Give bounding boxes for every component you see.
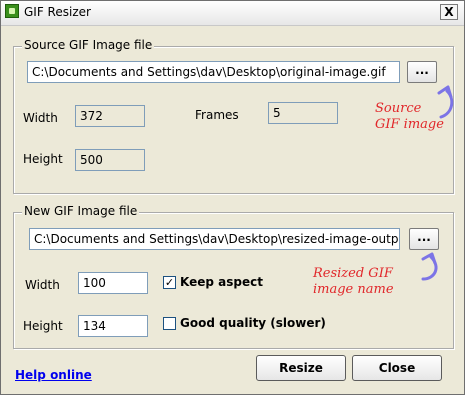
source-legend: Source GIF Image file	[22, 38, 155, 52]
source-path-input[interactable]: C:\Documents and Settings\dav\Desktop\or…	[27, 61, 400, 83]
source-browse-button[interactable]: ...	[407, 61, 437, 83]
frames-field: 5	[268, 102, 338, 124]
title-bar[interactable]: GIF Resizer X	[1, 1, 464, 26]
output-width-input[interactable]: 100	[78, 272, 148, 294]
app-icon	[5, 4, 19, 18]
output-arrow-icon	[421, 252, 438, 281]
output-path-input[interactable]: C:\Documents and Settings\dav\Desktop\re…	[29, 228, 400, 250]
output-width-label: Width	[25, 278, 60, 292]
source-width-field: 372	[75, 105, 145, 127]
app-window: GIF Resizer X Source GIF Image file C:\D…	[0, 0, 465, 395]
keep-aspect-checkbox[interactable]: ✓	[163, 276, 176, 289]
window-title: GIF Resizer	[24, 5, 91, 19]
resize-button[interactable]: Resize	[256, 355, 346, 381]
source-width-label: Width	[23, 111, 58, 125]
source-height-label: Height	[23, 152, 63, 166]
close-icon[interactable]: X	[440, 4, 458, 20]
good-quality-checkbox[interactable]	[163, 317, 176, 330]
keep-aspect-label[interactable]: Keep aspect	[180, 275, 263, 289]
source-arrow-icon	[437, 85, 454, 119]
good-quality-label[interactable]: Good quality (slower)	[180, 316, 326, 330]
output-legend: New GIF Image file	[22, 204, 140, 218]
close-button[interactable]: Close	[352, 355, 442, 381]
output-browse-button[interactable]: ...	[409, 228, 439, 250]
output-height-label: Height	[23, 319, 63, 333]
output-height-input[interactable]: 134	[78, 315, 148, 337]
output-annotation: Resized GIF image name	[313, 266, 394, 297]
help-online-link[interactable]: Help online	[15, 368, 92, 382]
frames-label: Frames	[195, 108, 239, 122]
source-height-field: 500	[75, 149, 145, 171]
